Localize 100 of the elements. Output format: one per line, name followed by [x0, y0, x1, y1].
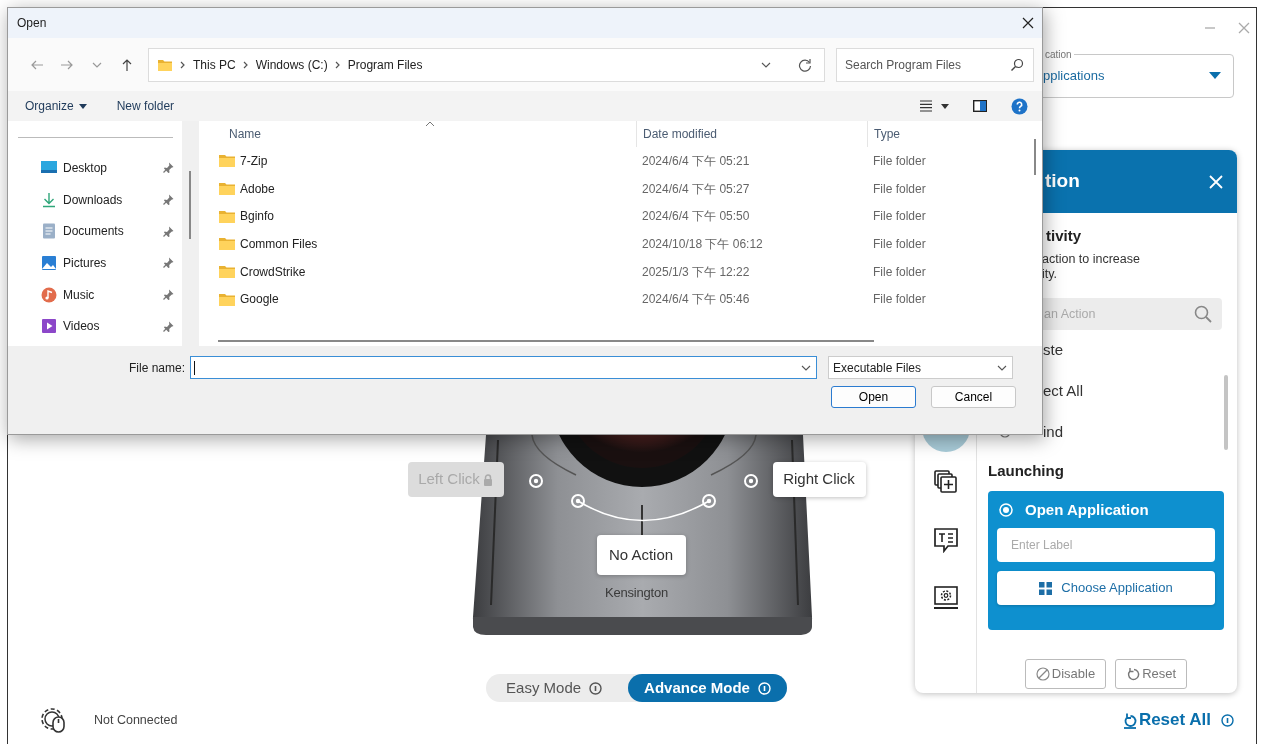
column-header[interactable]: Name: [217, 121, 636, 147]
breadcrumb-item[interactable]: Windows (C:): [255, 55, 328, 74]
file-type-dropdown[interactable]: Executable Files: [828, 356, 1013, 379]
brand-logo-text: Kensington: [603, 584, 670, 602]
grid-icon: [1039, 581, 1053, 595]
close-icon[interactable]: [1022, 17, 1034, 29]
breadcrumb-item[interactable]: Program Files: [347, 55, 423, 74]
search-icon: [1010, 57, 1024, 72]
mode-switch[interactable]: Easy Mode Advance Mode: [486, 674, 787, 702]
action-option[interactable]: ind: [1043, 420, 1064, 444]
radio-button[interactable]: [999, 503, 1013, 517]
file-type: File folder: [872, 291, 927, 309]
file-name[interactable]: Common Files: [217, 234, 636, 253]
sidebar-item[interactable]: Documents: [18, 215, 182, 248]
file-name[interactable]: 7-Zip: [217, 151, 636, 170]
sidebar-item[interactable]: Desktop: [18, 152, 182, 184]
file-name[interactable]: CrowdStrike: [217, 262, 636, 281]
file-type: File folder: [872, 152, 927, 170]
search-icon: [1194, 304, 1212, 323]
column-header[interactable]: Type: [867, 121, 1017, 147]
file-name[interactable]: Bginfo: [217, 207, 636, 226]
dialog-button[interactable]: Open: [831, 386, 916, 408]
pin-icon[interactable]: [163, 289, 174, 301]
caret-down-icon: [1209, 72, 1221, 80]
help-icon[interactable]: [1011, 97, 1028, 115]
caret-down-icon[interactable]: [941, 103, 949, 109]
reset-button[interactable]: Reset: [1115, 659, 1188, 689]
window-title: Open: [17, 15, 47, 32]
pin-icon[interactable]: [163, 225, 174, 237]
scrollbar[interactable]: [1034, 139, 1036, 175]
scrollbar[interactable]: [1224, 375, 1228, 450]
scrollbar[interactable]: [189, 171, 191, 239]
chevron-right-icon: [333, 59, 342, 70]
option-card[interactable]: Open Application Enter Label Choose Application: [988, 491, 1224, 630]
text-bubble-icon: [932, 527, 959, 553]
folder-icon: [219, 292, 235, 306]
folder-icon: [219, 182, 235, 196]
reset-icon: [1122, 711, 1137, 729]
option-label: Open Application: [1025, 499, 1149, 520]
file-name-field[interactable]: [190, 356, 817, 379]
file-type: File folder: [872, 263, 927, 281]
download-arrow-icon: [41, 191, 57, 208]
search-field[interactable]: Search Program Files: [836, 47, 1034, 82]
toolbar-button[interactable]: New folder: [116, 97, 175, 115]
button-assignment-label[interactable]: No Action: [596, 535, 686, 575]
pin-icon[interactable]: [163, 162, 174, 174]
sidebar-item[interactable]: Music: [18, 278, 182, 311]
info-icon: [1221, 713, 1234, 727]
action-option[interactable]: ste: [1043, 338, 1063, 362]
sidebar-item[interactable]: Pictures: [18, 247, 182, 279]
file-name[interactable]: Adobe: [217, 179, 636, 198]
refresh-icon[interactable]: [798, 57, 812, 72]
folder-icon: [219, 209, 235, 223]
add-window-icon: [932, 469, 959, 495]
column-header[interactable]: Date modified: [636, 121, 867, 147]
folder-icon: [219, 265, 235, 279]
file-type: File folder: [872, 180, 927, 198]
chevron-right-icon: [241, 59, 250, 70]
video-icon: [41, 318, 57, 335]
mode-tab[interactable]: Advance Mode: [628, 674, 787, 702]
music-icon: [41, 286, 57, 303]
date-modified: 2024/6/4 下午 05:50: [641, 208, 751, 226]
folder-icon: [219, 154, 235, 168]
dropdown-value: pplications: [1043, 67, 1105, 86]
document-icon: [41, 223, 57, 240]
reset-all-link[interactable]: Reset All: [1122, 707, 1234, 733]
list-view-icon[interactable]: [919, 100, 933, 112]
section-description: action to increase ity.: [1041, 251, 1141, 282]
date-modified: 2024/6/4 下午 05:21: [641, 152, 751, 170]
date-modified: 2024/6/4 下午 05:46: [641, 291, 751, 309]
file-type: File folder: [872, 208, 927, 226]
pin-icon[interactable]: [163, 257, 174, 269]
sidebar-item[interactable]: Videos: [18, 310, 182, 343]
date-modified: 2024/6/4 下午 05:27: [641, 180, 751, 198]
mode-tab[interactable]: Easy Mode: [490, 674, 619, 702]
address-bar[interactable]: This PC Windows (C:) Program Files: [148, 47, 825, 82]
sidebar-item[interactable]: Downloads: [18, 183, 182, 216]
group-title: Launching: [988, 460, 1065, 481]
preview-pane-icon[interactable]: [973, 100, 987, 112]
label-input[interactable]: Enter Label: [997, 528, 1215, 562]
folder-icon: [219, 237, 235, 251]
file-name[interactable]: Google: [217, 290, 636, 309]
info-icon: [757, 681, 771, 695]
choose-application-button[interactable]: Choose Application: [997, 571, 1215, 605]
breadcrumb-item[interactable]: This PC: [193, 55, 236, 74]
button-assignment-label[interactable]: Right Click: [772, 462, 866, 497]
menu-button[interactable]: Organize: [25, 97, 87, 115]
picture-icon: [41, 254, 57, 271]
dialog-button[interactable]: Cancel: [931, 386, 1016, 408]
pin-icon[interactable]: [163, 320, 174, 332]
disable-button[interactable]: Disable: [1024, 659, 1107, 689]
pin-icon[interactable]: [163, 194, 174, 206]
sort-caret-icon: [425, 121, 435, 127]
file-type: File folder: [872, 235, 927, 253]
caret-down-icon: [78, 103, 87, 109]
scrollbar[interactable]: [218, 340, 874, 342]
field-label: File name:: [127, 359, 186, 377]
up-arrow-icon: [120, 57, 134, 72]
reset-icon: [1126, 667, 1141, 681]
folder-icon: [157, 57, 173, 72]
